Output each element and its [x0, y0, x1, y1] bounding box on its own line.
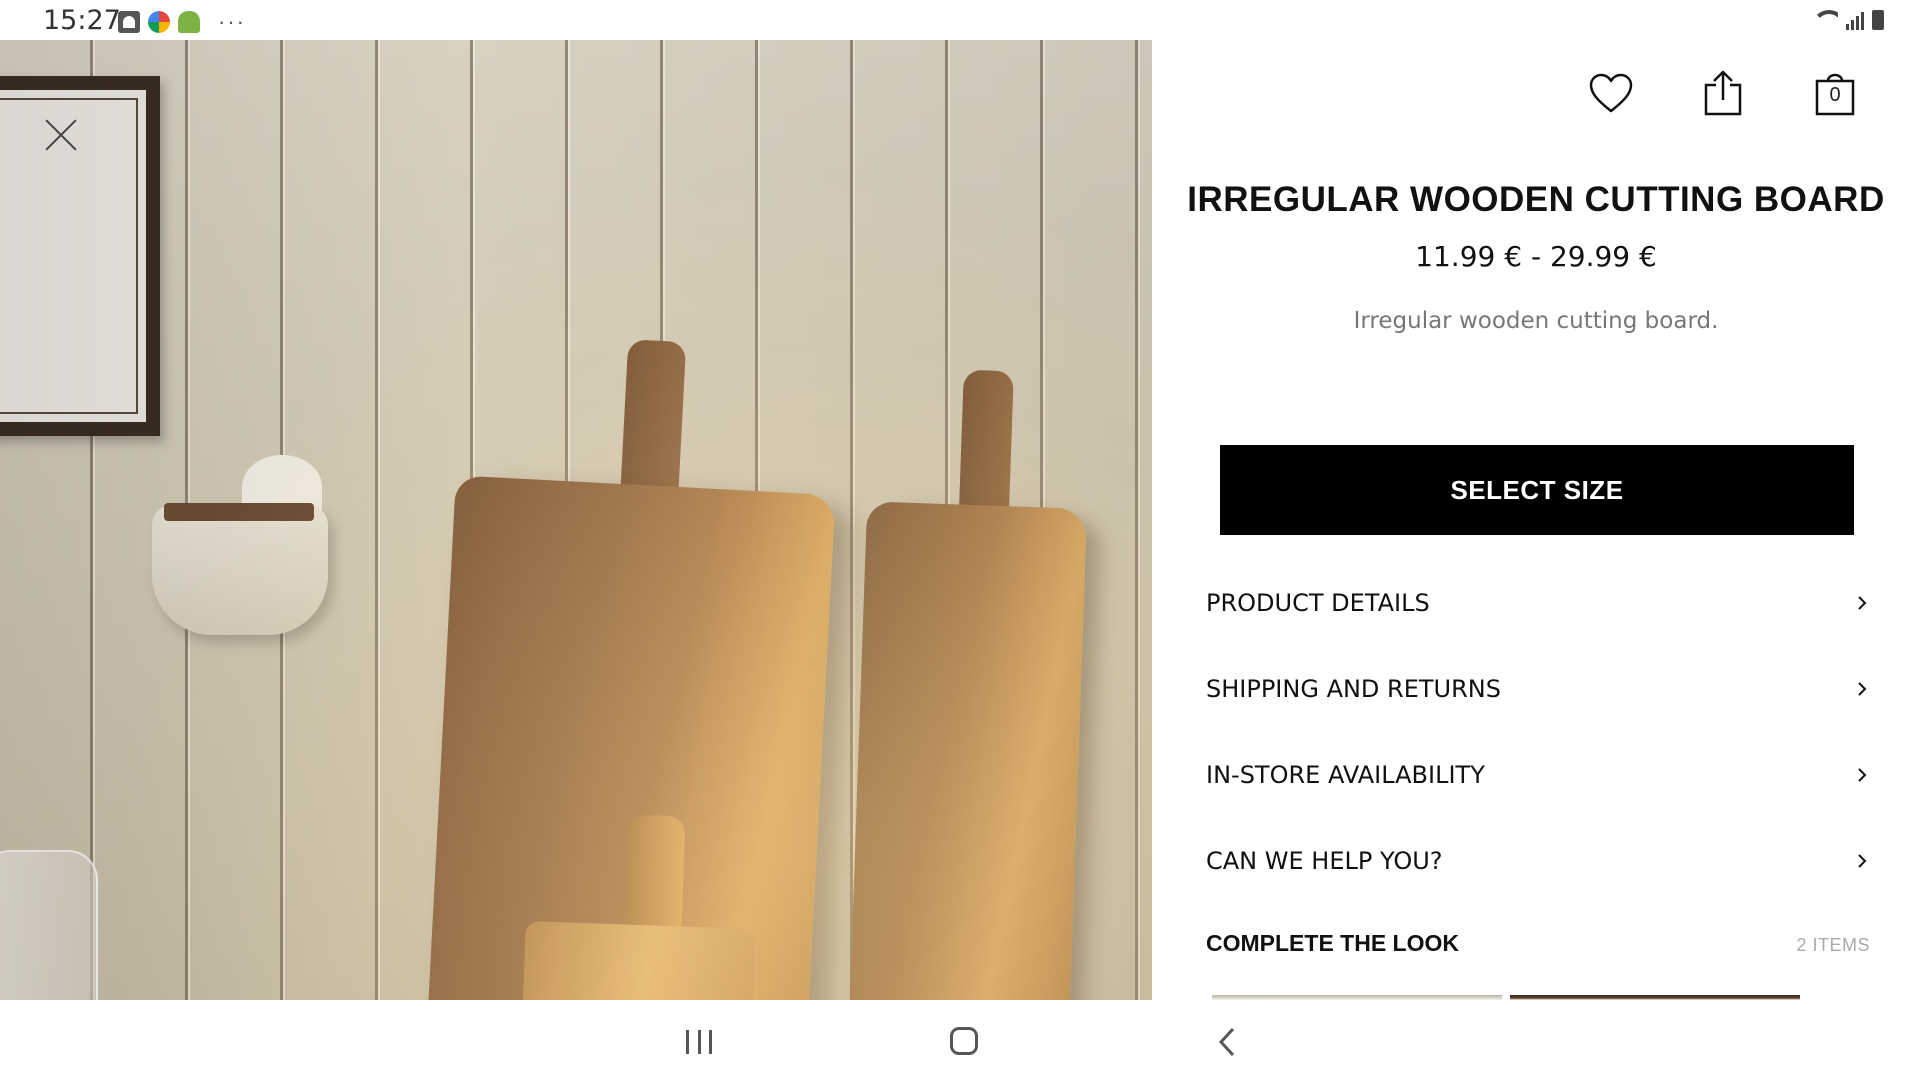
system-icons [1812, 8, 1884, 30]
complete-the-look-title: COMPLETE THE LOOK [1206, 930, 1459, 956]
product-description: Irregular wooden cutting board. [1353, 308, 1719, 334]
browser-icon [148, 11, 170, 33]
info-row-label: IN-STORE AVAILABILITY [1206, 761, 1485, 789]
info-row-label: PRODUCT DETAILS [1206, 589, 1430, 617]
info-row-label: SHIPPING AND RETURNS [1206, 675, 1501, 703]
back-icon[interactable] [1214, 1026, 1242, 1058]
heart-icon [1589, 73, 1633, 113]
photo-notification-icon [118, 11, 140, 33]
select-size-button[interactable]: SELECT SIZE [1220, 445, 1854, 535]
info-row-label: CAN WE HELP YOU? [1206, 847, 1443, 875]
info-list: PRODUCT DETAILS SHIPPING AND RETURNS IN-… [1206, 560, 1870, 904]
product-details-row[interactable]: PRODUCT DETAILS [1206, 560, 1870, 646]
complete-the-look-header: COMPLETE THE LOOK 2 ITEMS [1206, 930, 1870, 957]
navigation-bar [0, 1000, 1920, 1080]
help-row[interactable]: CAN WE HELP YOU? [1206, 818, 1870, 904]
android-icon [178, 11, 200, 33]
product-actions: 0 [1584, 66, 1862, 120]
recent-apps-icon[interactable] [686, 1030, 712, 1054]
home-icon[interactable] [950, 1027, 978, 1055]
image-lighting [0, 40, 1152, 1000]
status-bar: 15:27 ··· [0, 0, 1920, 40]
product-info-panel: 0 IRREGULAR WOODEN CUTTING BOARD 11.99 €… [1152, 40, 1920, 1000]
product-price: 11.99 € - 29.99 € [1415, 240, 1657, 273]
chevron-right-icon [1858, 768, 1867, 782]
product-title: IRREGULAR WOODEN CUTTING BOARD [1187, 180, 1885, 219]
shopping-bag-button[interactable]: 0 [1808, 66, 1862, 120]
notification-icons: ··· [118, 9, 246, 35]
close-icon[interactable] [44, 118, 78, 152]
share-button[interactable] [1696, 66, 1750, 120]
chevron-right-icon [1858, 596, 1867, 610]
chevron-right-icon [1858, 682, 1867, 696]
more-notifications-icon: ··· [218, 9, 246, 34]
favorite-button[interactable] [1584, 66, 1638, 120]
battery-charging-icon [1872, 10, 1884, 30]
shipping-returns-row[interactable]: SHIPPING AND RETURNS [1206, 646, 1870, 732]
complete-the-look-count: 2 ITEMS [1796, 935, 1870, 955]
chevron-right-icon [1858, 854, 1867, 868]
bag-count: 0 [1829, 84, 1841, 106]
share-icon [1704, 70, 1742, 116]
signal-icon [1846, 10, 1864, 30]
status-time: 15:27 [43, 5, 121, 36]
product-image[interactable] [0, 40, 1152, 1000]
in-store-availability-row[interactable]: IN-STORE AVAILABILITY [1206, 732, 1870, 818]
wifi-icon [1812, 8, 1838, 30]
